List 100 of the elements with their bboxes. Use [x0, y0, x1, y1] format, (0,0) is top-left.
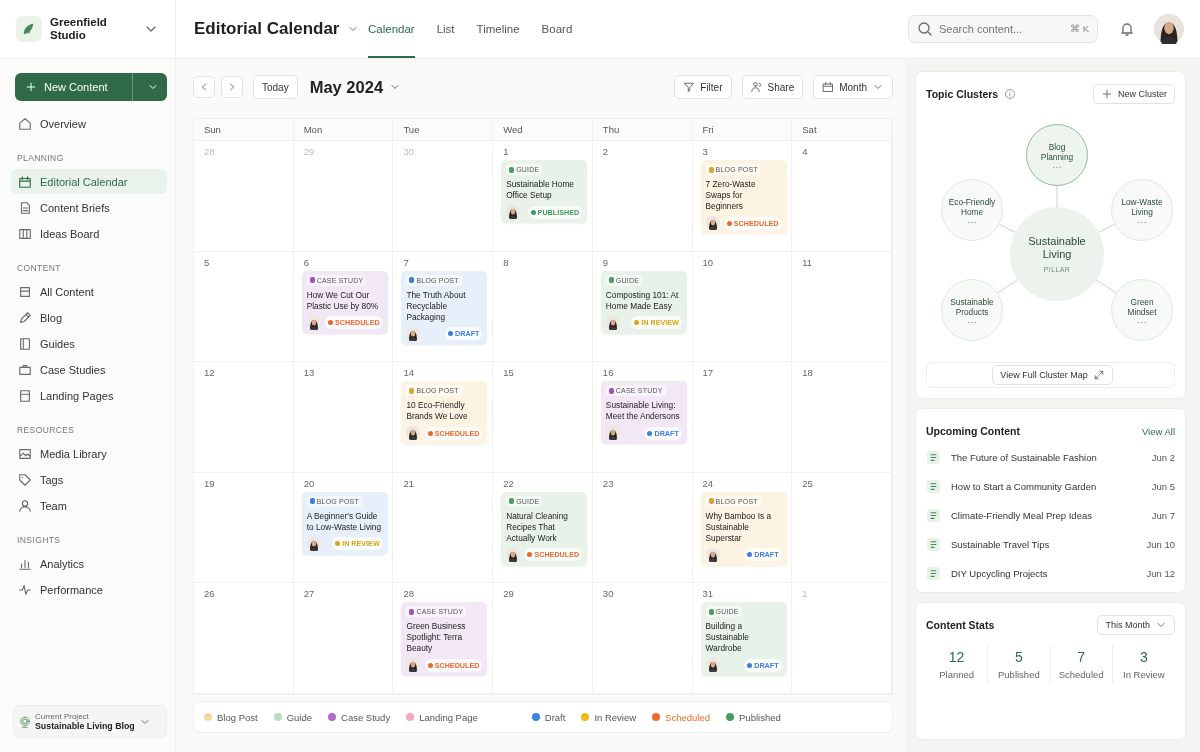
- stat-value: 12: [948, 649, 965, 665]
- day-number: 5: [204, 256, 210, 268]
- avatar: [306, 536, 321, 551]
- document-icon: [926, 479, 941, 494]
- day-number: 31: [702, 588, 714, 600]
- board-icon: [18, 226, 32, 241]
- view-all-link[interactable]: View All: [1141, 425, 1175, 437]
- avatar: [406, 326, 421, 341]
- period-dropdown[interactable]: This Month: [1097, 615, 1175, 635]
- view-dropdown[interactable]: Month: [813, 75, 893, 99]
- upcoming-title[interactable]: DIY Upcycling Projects: [951, 568, 1137, 579]
- day-number: 21: [403, 477, 414, 489]
- pillar-label: Sustainable Living: [1027, 235, 1087, 261]
- ellipsis-icon: [1137, 320, 1147, 324]
- avatar: [605, 426, 620, 441]
- sidebar-item[interactable]: Analytics: [11, 551, 167, 576]
- sidebar-item[interactable]: Editorial Calendar: [11, 169, 167, 194]
- document-icon: [18, 200, 32, 215]
- sidebar-item[interactable]: Team: [11, 493, 167, 518]
- weekday-header: Sun: [194, 119, 294, 141]
- panel-title: Topic Clusters: [926, 88, 999, 100]
- card-title: 7 Zero-Waste Swaps for Beginners: [705, 179, 757, 212]
- upcoming-title[interactable]: The Future of Sustainable Fashion: [951, 452, 1142, 463]
- card-title: Composting 101: At Home Made Easy: [605, 289, 680, 312]
- legend-label: In Review: [594, 711, 637, 723]
- plus-icon: [25, 81, 37, 93]
- sidebar-item[interactable]: Tags: [11, 467, 167, 492]
- new-cluster-button[interactable]: New Cluster: [1093, 84, 1175, 104]
- sidebar-item[interactable]: Case Studies: [11, 357, 167, 382]
- sidebar-item[interactable]: Performance: [11, 577, 167, 602]
- sidebar-item[interactable]: Landing Pages: [11, 383, 167, 408]
- project-switcher[interactable]: Current Project Sustainable Living Blog: [13, 705, 167, 738]
- sidebar-item[interactable]: Blog: [11, 305, 167, 330]
- today-button[interactable]: Today: [253, 75, 298, 99]
- upcoming-title[interactable]: How to Start a Community Garden: [951, 481, 1142, 492]
- card-title: Natural Cleaning Recipes That Actually Work: [506, 510, 569, 544]
- day-number: 3: [702, 146, 708, 157]
- panel-title: Content Stats: [926, 619, 995, 631]
- stack-icon: [18, 284, 32, 299]
- day-number: 1: [802, 588, 808, 600]
- new-content-button[interactable]: New Content: [15, 73, 167, 101]
- day-number: 1: [503, 146, 509, 157]
- upcoming-date: Jun 5: [1151, 481, 1175, 492]
- ellipsis-icon: [967, 220, 977, 224]
- tag-icon: [18, 472, 32, 487]
- upcoming-title[interactable]: Sustainable Travel Tips: [951, 539, 1137, 550]
- cluster-node[interactable]: Green Mindset: [1111, 279, 1173, 341]
- sidebar-item[interactable]: Ideas Board: [11, 221, 167, 246]
- day-number: 7: [403, 256, 409, 268]
- day-number: 11: [802, 256, 813, 268]
- day-number: 25: [802, 477, 813, 489]
- card-title: The Truth About Recyclable Packaging: [406, 289, 467, 323]
- view-tab[interactable]: Timeline: [476, 0, 520, 58]
- leaf-logo: [16, 16, 42, 42]
- workspace-name[interactable]: Greenfield Studio: [50, 16, 120, 42]
- stat-label: Published: [998, 669, 1040, 680]
- day-number: 12: [204, 367, 215, 379]
- next-button[interactable]: [221, 76, 243, 98]
- card-title: How We Cut Our Plastic Use by 80%: [306, 289, 380, 312]
- filter-button[interactable]: Filter: [674, 75, 732, 99]
- upcoming-title[interactable]: Climate-Friendly Meal Prep Ideas: [951, 510, 1142, 521]
- weekday-header: Sat: [792, 119, 892, 141]
- sidebar-item[interactable]: Guides: [11, 331, 167, 356]
- avatar: [605, 315, 620, 330]
- day-number: 2: [602, 146, 609, 157]
- node-label: Sustainable Products: [949, 296, 995, 317]
- day-number: 18: [802, 367, 813, 379]
- day-number: 15: [503, 367, 514, 379]
- sidebar-item[interactable]: Content Briefs: [11, 195, 167, 220]
- legend-label: Blog Post: [217, 711, 258, 723]
- section-heading: INSIGHTS: [16, 534, 62, 547]
- view-tab[interactable]: List: [436, 0, 455, 58]
- briefcase-icon: [18, 362, 32, 377]
- avatar: [506, 547, 521, 562]
- sidebar-item[interactable]: Media Library: [11, 441, 167, 466]
- view-map-button[interactable]: View Full Cluster Map: [992, 365, 1113, 385]
- cluster-node[interactable]: Blog Planning: [1026, 124, 1088, 186]
- target-icon: [19, 715, 31, 728]
- view-tab[interactable]: Calendar: [368, 0, 415, 58]
- day-number: 30: [602, 588, 614, 600]
- cluster-node[interactable]: Sustainable Products: [941, 279, 1003, 341]
- upcoming-date: Jun 10: [1146, 539, 1175, 550]
- document-icon: [926, 566, 941, 581]
- month-picker[interactable]: May 2024: [309, 77, 402, 97]
- project-caption: Current Project: [35, 712, 90, 721]
- sidebar-item[interactable]: Overview: [11, 111, 167, 136]
- share-button[interactable]: Share: [741, 75, 804, 99]
- avatar[interactable]: [1154, 14, 1184, 44]
- previous-button[interactable]: [193, 76, 215, 98]
- card-title: Sustainable Living: Meet the Andersons: [605, 400, 681, 423]
- legend-label: Scheduled: [665, 711, 710, 723]
- info-icon[interactable]: [1004, 88, 1017, 100]
- avatar: [705, 658, 720, 673]
- cluster-node[interactable]: Eco-Friendly Home: [941, 179, 1003, 241]
- day-number: 28: [204, 146, 215, 157]
- day-number: 24: [702, 477, 714, 489]
- cluster-node[interactable]: Low-Waste Living: [1111, 179, 1173, 241]
- view-tab[interactable]: Board: [541, 0, 573, 58]
- card-title: Sustainable Home Office Setup: [506, 179, 575, 201]
- sidebar-item[interactable]: All Content: [11, 279, 167, 304]
